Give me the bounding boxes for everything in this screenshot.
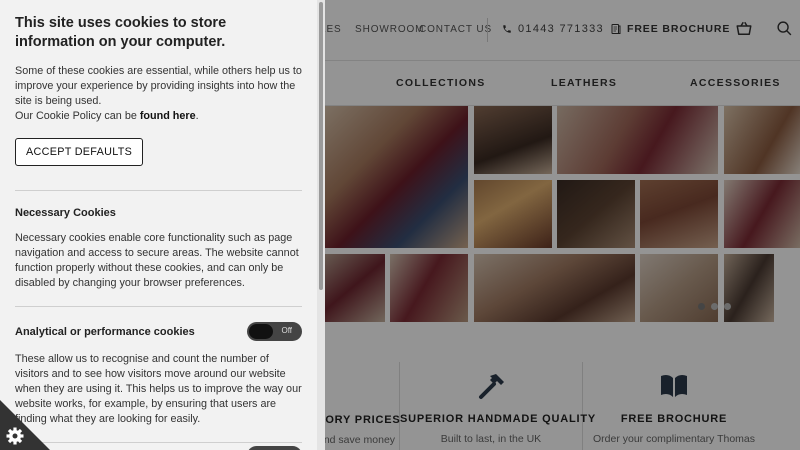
cookie-title: This site uses cookies to store informat… [15, 15, 227, 50]
cookie-intro: Some of these cookies are essential, whi… [15, 65, 302, 107]
cookie-policy-link[interactable]: found here [140, 110, 196, 122]
cookie-policy-prefix: Our Cookie Policy can be [15, 110, 140, 122]
cookie-policy-suffix: . [195, 110, 199, 122]
necessary-cookies-text: Necessary cookies enable core functional… [15, 232, 299, 289]
cookie-consent-panel: This site uses cookies to store informat… [0, 0, 325, 450]
next-cookie-toggle[interactable] [247, 446, 302, 450]
cookie-settings-icon[interactable] [0, 400, 50, 450]
toggle-state-label: Off [281, 326, 292, 335]
section-divider [15, 190, 302, 191]
analytical-cookies-title: Analytical or performance cookies [15, 325, 195, 338]
analytical-cookies-toggle[interactable]: Off [247, 322, 302, 341]
cookie-policy-line: Our Cookie Policy can be found here. [15, 109, 302, 124]
toggle-knob [249, 324, 273, 339]
necessary-cookies-title: Necessary Cookies [15, 207, 116, 219]
accept-defaults-button[interactable]: ACCEPT DEFAULTS [15, 138, 144, 166]
analytical-cookies-text: These allow us to recognise and count th… [15, 353, 302, 425]
cookie-panel-content: This site uses cookies to store informat… [0, 0, 317, 450]
analytical-cookies-row: Analytical or performance cookies Off [15, 322, 302, 341]
panel-scrollbar-thumb[interactable] [319, 2, 323, 290]
section-divider [15, 306, 302, 307]
section-divider [15, 442, 302, 443]
